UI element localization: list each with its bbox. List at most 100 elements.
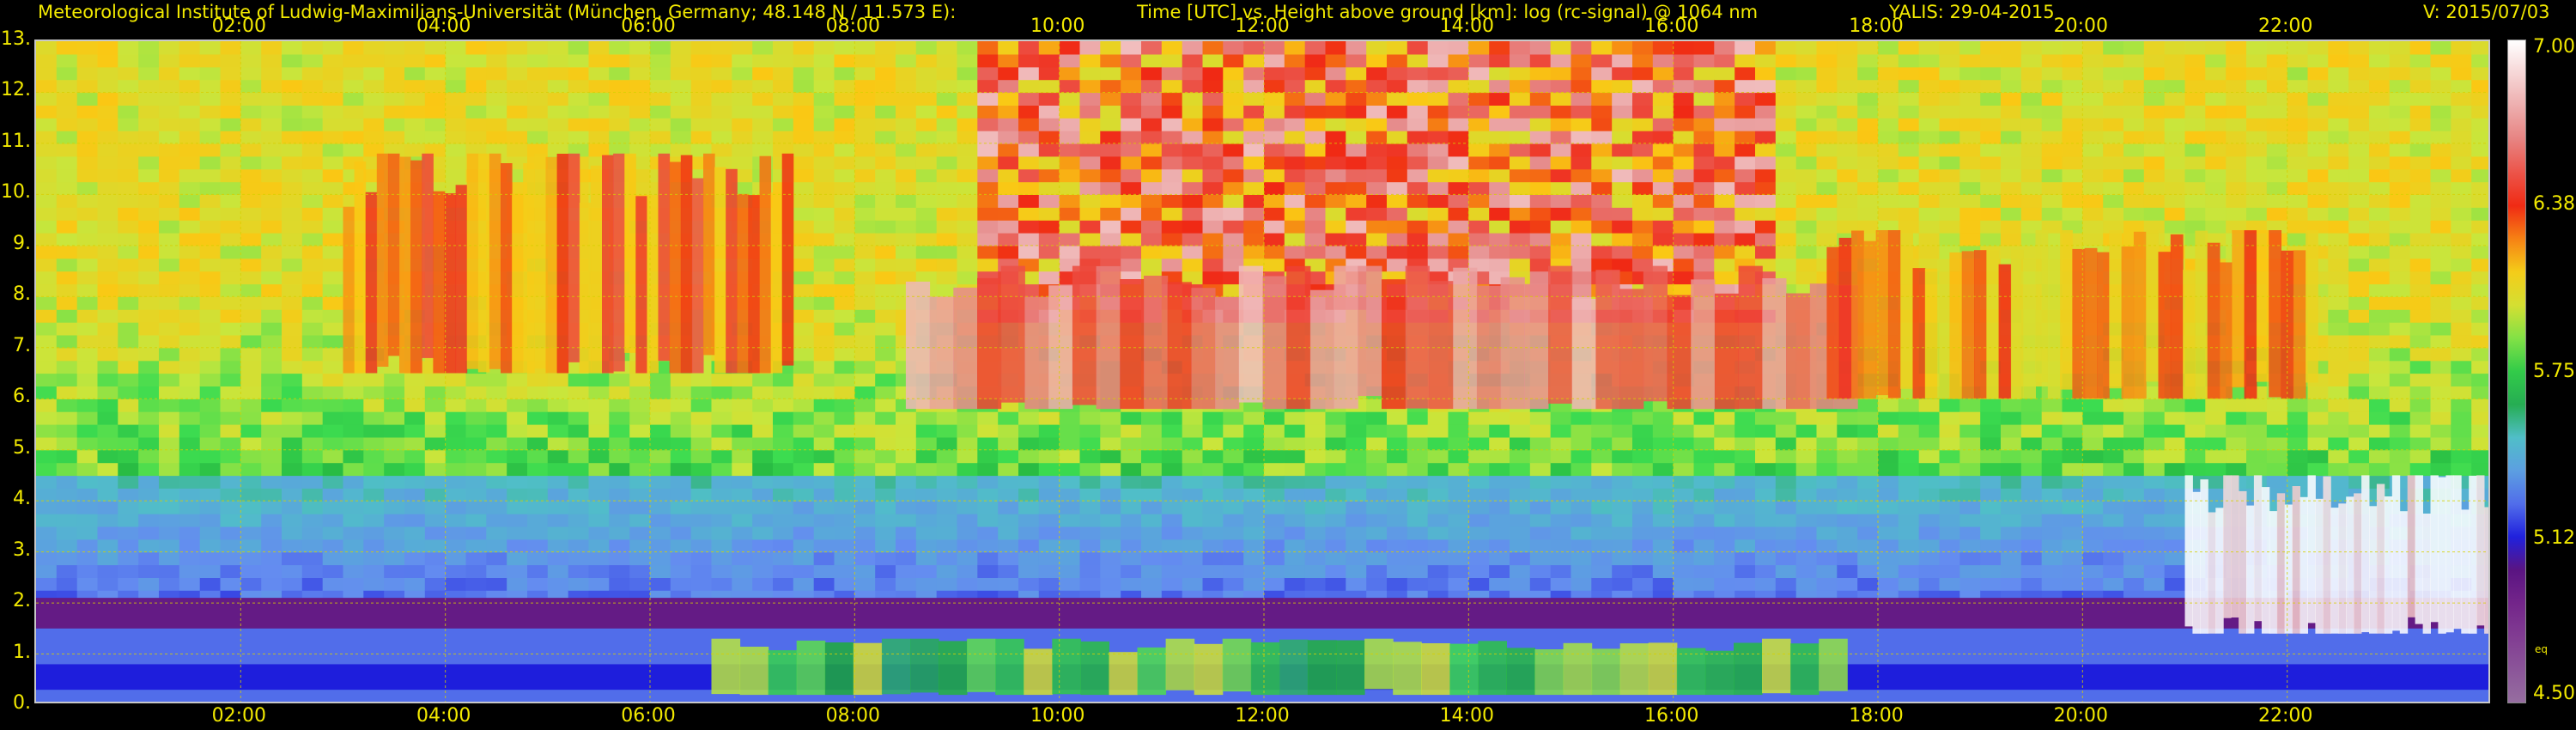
signal-cell [813, 564, 835, 578]
signal-cell [1141, 220, 1163, 234]
signal-cell [179, 66, 201, 81]
signal-cell [854, 220, 876, 234]
signal-cell [813, 501, 835, 514]
signal-cell [813, 577, 835, 591]
signal-cell [1406, 118, 1429, 131]
signal-cell [1693, 233, 1715, 246]
signal-cell [1735, 66, 1756, 81]
signal-cell [1775, 92, 1797, 106]
signal-cell [609, 118, 630, 131]
signal-cell [1898, 564, 1920, 578]
signal-cell [875, 538, 896, 553]
signal-cell [998, 526, 1019, 540]
signal-cell [1571, 233, 1592, 246]
signal-cell [1059, 118, 1081, 131]
signal-cell [1243, 143, 1265, 157]
signal-cell [957, 258, 978, 272]
signal-cell [1243, 564, 1265, 578]
signal-cell [690, 577, 713, 591]
signal-cell [1038, 488, 1060, 502]
signal-cell [1079, 92, 1101, 106]
signal-cell [977, 168, 999, 183]
signal-cell [998, 424, 1019, 438]
signal-cell [76, 449, 99, 464]
signal-cell [1612, 449, 1633, 464]
signal-cell [547, 373, 569, 386]
signal-cell [76, 143, 99, 157]
signal-cell [1223, 436, 1244, 451]
signal-cell [690, 462, 713, 477]
signal-cell [1366, 118, 1388, 131]
signal-cell [1223, 424, 1244, 438]
signal-cell [322, 334, 344, 349]
signal-cell [1652, 564, 1674, 578]
signal-cell [76, 220, 99, 234]
signal-cell [915, 436, 938, 451]
signal-cell [1510, 181, 1531, 195]
signal-cell [1898, 41, 1920, 55]
signal-cell [199, 424, 222, 438]
signal-cell [1878, 92, 1899, 106]
signal-cell [854, 271, 876, 285]
signal-cell [363, 462, 385, 477]
signal-cell [261, 271, 283, 285]
signal-cell [1775, 526, 1797, 540]
signal-cell [1735, 79, 1756, 94]
signal-cell [1100, 411, 1121, 425]
signal-cell [118, 449, 139, 464]
signal-cell [1489, 143, 1510, 157]
signal-cell [1079, 118, 1101, 131]
signal-cell [527, 424, 549, 438]
signal-cell [752, 551, 774, 566]
signal-cell [1489, 168, 1510, 183]
signal-cell [282, 449, 303, 464]
signal-cell [690, 411, 713, 425]
signal-cell [1406, 79, 1429, 94]
signal-cell [1182, 92, 1204, 106]
signal-cell [118, 79, 139, 94]
signal-cell [813, 514, 835, 527]
signal-cell [261, 334, 283, 349]
signal-cell [1366, 564, 1388, 578]
signal-cell [670, 118, 692, 131]
signal-cell [1100, 92, 1121, 106]
signal-cell [732, 475, 753, 489]
signal-cell [1591, 577, 1613, 591]
signal-cell [240, 322, 262, 336]
signal-cell [465, 66, 487, 81]
signal-cell [36, 143, 58, 157]
signal-cell [1612, 577, 1633, 591]
signal-cell [1325, 462, 1346, 477]
signal-cell [1427, 501, 1449, 514]
signal-cell [1693, 411, 1715, 425]
signal-cell [1038, 526, 1060, 540]
signal-cell [875, 220, 896, 234]
signal-cell [138, 66, 160, 81]
signal-cell [813, 526, 835, 540]
signal-cell [568, 475, 590, 489]
signal-cell [1468, 53, 1490, 68]
signal-cell [1284, 538, 1306, 553]
signal-cell [1755, 105, 1777, 119]
signal-cell [343, 488, 364, 502]
signal-cell [1427, 53, 1449, 68]
signal-cell [1406, 514, 1429, 527]
signal-cell [1632, 53, 1654, 68]
signal-cell [1693, 449, 1715, 464]
signal-cell [404, 398, 426, 412]
signal-cell [1591, 220, 1613, 234]
signal-cell [1223, 79, 1244, 94]
signal-cell [1550, 538, 1572, 553]
signal-cell [1939, 577, 1960, 591]
signal-cell [301, 181, 324, 195]
signal-cell [793, 92, 815, 106]
signal-cell [854, 79, 876, 94]
signal-cell [854, 131, 876, 144]
signal-cell [1693, 92, 1715, 106]
signal-cell [1571, 181, 1592, 195]
signal-cell [76, 181, 99, 195]
signal-cell [1161, 475, 1183, 489]
signal-cell [76, 360, 99, 374]
signal-cell [1448, 181, 1469, 195]
signal-cell [118, 283, 139, 297]
